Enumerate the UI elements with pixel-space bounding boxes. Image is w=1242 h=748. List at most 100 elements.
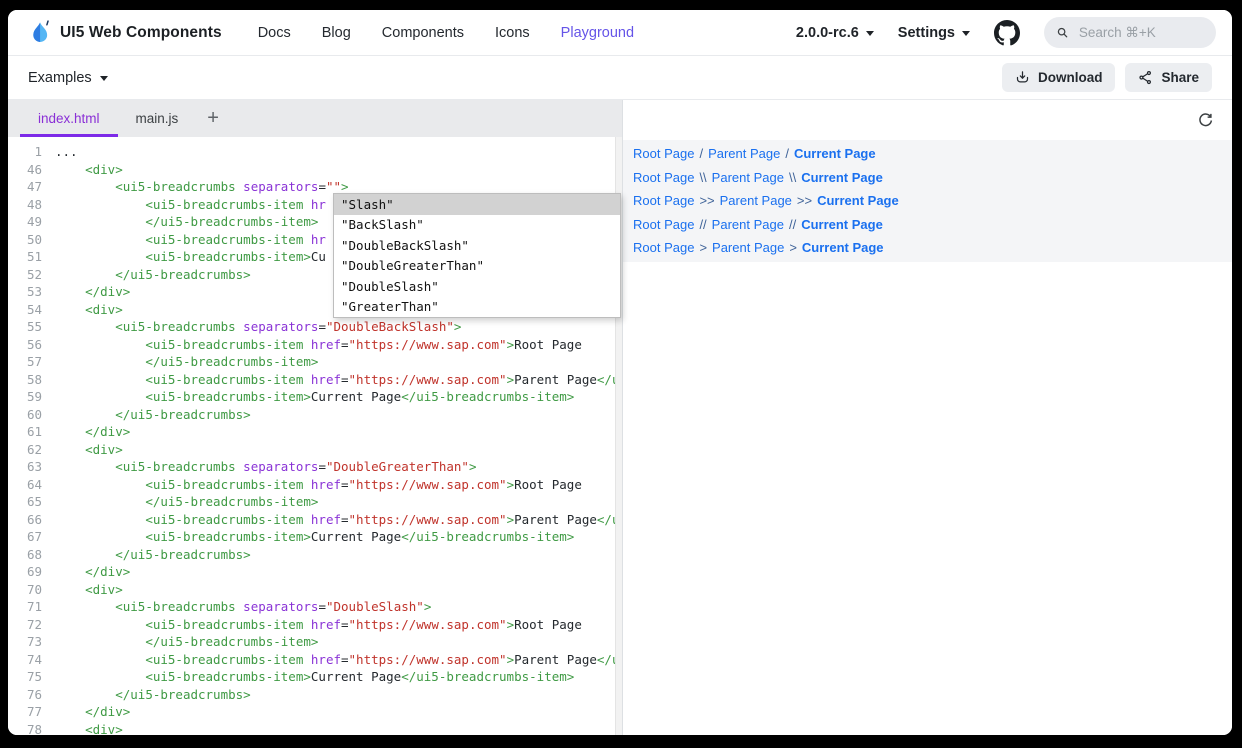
code-line-content: <ui5-breadcrumbs separators="DoubleBackS…: [55, 318, 461, 336]
line-number: 76: [8, 686, 42, 704]
plus-icon: +: [207, 107, 219, 130]
line-number: 54: [8, 301, 42, 319]
code-line: 46 <div>: [8, 161, 622, 179]
preview-pane: Root Page/Parent Page/Current PageRoot P…: [622, 100, 1232, 735]
autocomplete-option[interactable]: "Slash": [334, 194, 620, 215]
code-line: 73 </ui5-breadcrumbs-item>: [8, 633, 622, 651]
code-line: 75 <ui5-breadcrumbs-item>Current Page</u…: [8, 668, 622, 686]
line-number: 65: [8, 493, 42, 511]
breadcrumb-separator: /: [785, 146, 789, 161]
examples-toolbar: Examples Download Share: [8, 56, 1232, 100]
settings-dropdown[interactable]: Settings: [898, 25, 970, 41]
new-tab-button[interactable]: +: [196, 100, 230, 137]
version-dropdown[interactable]: 2.0.0-rc.6: [796, 25, 874, 41]
breadcrumb-row: Root Page/Parent Page/Current Page: [633, 142, 1222, 166]
code-line-content: <div>: [55, 301, 123, 319]
share-button[interactable]: Share: [1125, 63, 1212, 92]
code-line-content: </ui5-breadcrumbs>: [55, 266, 251, 284]
autocomplete-option[interactable]: "DoubleSlash": [334, 276, 620, 297]
code-line-content: </ui5-breadcrumbs>: [55, 546, 251, 564]
code-line-content: </div>: [55, 283, 130, 301]
tab-index-html[interactable]: index.html: [20, 100, 118, 137]
search-box: [1044, 17, 1216, 48]
code-line: 68 </ui5-breadcrumbs>: [8, 546, 622, 564]
line-number: 46: [8, 161, 42, 179]
nav-blog[interactable]: Blog: [322, 25, 351, 41]
code-line: 62 <div>: [8, 441, 622, 459]
code-line-content: </ui5-breadcrumbs-item>: [55, 353, 318, 371]
code-line-content: </ui5-breadcrumbs-item>: [55, 213, 318, 231]
tabs-holder: index.htmlmain.js: [20, 100, 196, 137]
settings-label: Settings: [898, 25, 955, 41]
nav-icons[interactable]: Icons: [495, 25, 530, 41]
breadcrumb-separator: >>: [699, 193, 714, 208]
line-number: 75: [8, 668, 42, 686]
line-number: 52: [8, 266, 42, 284]
breadcrumb-link[interactable]: Parent Page: [720, 193, 792, 208]
tab-main-js[interactable]: main.js: [118, 100, 197, 137]
breadcrumb-current: Current Page: [794, 146, 876, 161]
line-number: 51: [8, 248, 42, 266]
code-line-content: <div>: [55, 721, 123, 736]
nav-playground[interactable]: Playground: [561, 25, 634, 41]
code-line-content: </div>: [55, 563, 130, 581]
breadcrumb-link[interactable]: Parent Page: [712, 170, 784, 185]
code-line-content: <ui5-breadcrumbs-item>Current Page</ui5-…: [55, 388, 574, 406]
breadcrumb-link[interactable]: Parent Page: [708, 146, 780, 161]
autocomplete-option[interactable]: "GreaterThan": [334, 297, 620, 318]
search-input[interactable]: [1077, 24, 1204, 41]
line-number: 72: [8, 616, 42, 634]
breadcrumb-link[interactable]: Parent Page: [712, 217, 784, 232]
code-line-content: <ui5-breadcrumbs-item>Current Page</ui5-…: [55, 668, 574, 686]
nav-components[interactable]: Components: [382, 25, 464, 41]
line-number: 56: [8, 336, 42, 354]
code-line: 72 <ui5-breadcrumbs-item href="https://w…: [8, 616, 622, 634]
autocomplete-option[interactable]: "DoubleBackSlash": [334, 235, 620, 256]
breadcrumb-current: Current Page: [817, 193, 899, 208]
autocomplete-option[interactable]: "DoubleGreaterThan": [334, 256, 620, 277]
breadcrumbs-preview: Root Page/Parent Page/Current PageRoot P…: [623, 140, 1232, 262]
breadcrumb-link[interactable]: Root Page: [633, 193, 694, 208]
main-nav: Docs Blog Components Icons Playground: [258, 25, 634, 41]
refresh-button[interactable]: [1197, 112, 1214, 129]
line-number: 49: [8, 213, 42, 231]
line-number: 74: [8, 651, 42, 669]
line-number: 50: [8, 231, 42, 249]
code-line: 66 <ui5-breadcrumbs-item href="https://w…: [8, 511, 622, 529]
breadcrumb-separator: >: [699, 240, 707, 255]
code-line-content: <div>: [55, 441, 123, 459]
github-link[interactable]: [994, 20, 1020, 46]
line-number: 63: [8, 458, 42, 476]
code-line: 74 <ui5-breadcrumbs-item href="https://w…: [8, 651, 622, 669]
ui5-flame-logo[interactable]: [30, 19, 51, 46]
line-number: 1: [8, 143, 42, 161]
download-button[interactable]: Download: [1002, 63, 1116, 92]
code-line: 58 <ui5-breadcrumbs-item href="https://w…: [8, 371, 622, 389]
app-window: UI5 Web Components DocsBlogComponentsIco…: [8, 10, 1232, 735]
code-line-content: </div>: [55, 703, 130, 721]
editor-tabs: index.htmlmain.js +: [8, 100, 622, 137]
code-line-content: <div>: [55, 161, 123, 179]
code-line-content: </ui5-breadcrumbs>: [55, 406, 251, 424]
breadcrumb-link[interactable]: Parent Page: [712, 240, 784, 255]
code-line-content: <ui5-breadcrumbs-item>Current Page</ui5-…: [55, 528, 574, 546]
autocomplete-option[interactable]: "BackSlash": [334, 215, 620, 236]
breadcrumb-link[interactable]: Root Page: [633, 170, 694, 185]
breadcrumb-separator: >>: [797, 193, 812, 208]
breadcrumb-row: Root Page\\Parent Page\\Current Page: [633, 166, 1222, 190]
nav-docs[interactable]: Docs: [258, 25, 291, 41]
line-number: 67: [8, 528, 42, 546]
examples-dropdown[interactable]: Examples: [28, 70, 108, 86]
code-line-content: <ui5-breadcrumbs-item href="https://www.…: [55, 511, 622, 529]
code-line-content: <ui5-breadcrumbs-item hr: [55, 196, 326, 214]
share-icon: [1138, 70, 1153, 85]
breadcrumb-link[interactable]: Root Page: [633, 240, 694, 255]
download-label: Download: [1038, 70, 1103, 85]
code-line: 77 </div>: [8, 703, 622, 721]
breadcrumb-link[interactable]: Root Page: [633, 146, 694, 161]
breadcrumb-current: Current Page: [801, 217, 883, 232]
breadcrumb-link[interactable]: Root Page: [633, 217, 694, 232]
breadcrumb-row: Root Page>Parent Page>Current Page: [633, 236, 1222, 260]
code-line-content: <ui5-breadcrumbs-item href="https://www.…: [55, 616, 582, 634]
line-number: 64: [8, 476, 42, 494]
